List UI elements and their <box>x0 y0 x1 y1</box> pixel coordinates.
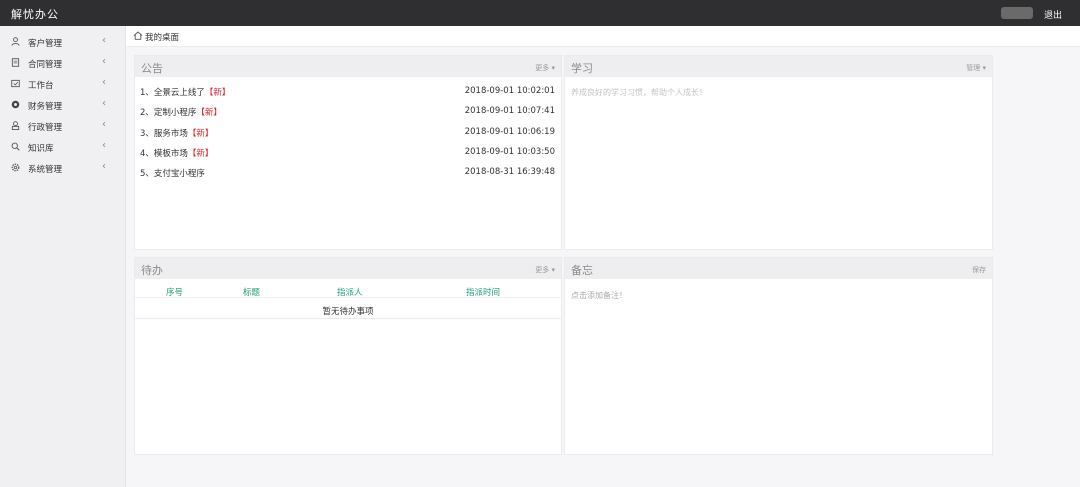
study-panel-header: 学习 管理 ▾ <box>565 56 992 77</box>
sidebar: 客户管理 ‹ 合同管理 ‹ 工作台 ‹ 财务管理 ‹ 行政管理 ‹ 知识库 ‹ … <box>0 26 126 487</box>
memo-save-button[interactable]: 保存 <box>972 265 986 275</box>
new-badge: 【新】 <box>204 88 231 98</box>
search-icon <box>11 142 20 151</box>
notice-more-link[interactable]: 更多 ▾ <box>535 63 555 73</box>
chevron-left-icon: ‹ <box>102 77 106 88</box>
top-bar: 解忧办公 退出 <box>0 0 1080 26</box>
chevron-left-icon: ‹ <box>102 98 106 109</box>
memo-input[interactable]: 点击添加备注！ <box>571 290 627 301</box>
todo-more-link[interactable]: 更多 ▾ <box>535 265 555 275</box>
dashboard: 公告 更多 ▾ 1、全景云上线了【新】 2018-09-01 10:02:01 … <box>126 47 1080 487</box>
panel-title: 学习 <box>571 62 593 75</box>
todo-panel-header: 待办 更多 ▾ <box>135 258 561 279</box>
panel-title: 公告 <box>141 62 163 75</box>
sidebar-item-label: 系统管理 <box>28 165 63 175</box>
home-icon[interactable] <box>133 31 143 40</box>
sidebar-item-knowledge[interactable]: 知识库 ‹ <box>0 137 125 157</box>
gear-icon <box>11 163 20 172</box>
sidebar-item-label: 合同管理 <box>28 60 63 70</box>
chevron-left-icon: ‹ <box>102 119 106 130</box>
notice-time: 2018-09-01 10:02:01 <box>464 86 555 96</box>
new-badge: 【新】 <box>196 108 222 118</box>
workbench-icon <box>11 79 20 88</box>
sidebar-item-customer[interactable]: 客户管理 ‹ <box>0 32 125 52</box>
notice-panel-header: 公告 更多 ▾ <box>135 56 561 77</box>
notice-title: 3、服务市场 <box>140 129 188 139</box>
contract-icon <box>11 58 20 67</box>
breadcrumb-current[interactable]: 我的桌面 <box>145 31 179 43</box>
notice-title: 5、支付宝小程序 <box>140 169 205 179</box>
memo-panel-header: 备忘 保存 <box>565 258 992 279</box>
notice-time: 2018-09-01 10:06:19 <box>464 127 555 137</box>
divider <box>135 318 561 319</box>
chevron-left-icon: ‹ <box>102 161 106 172</box>
notice-title: 1、全景云上线了 <box>140 88 205 98</box>
divider <box>135 297 561 298</box>
sidebar-item-workbench[interactable]: 工作台 ‹ <box>0 74 125 94</box>
notice-time: 2018-09-01 10:03:50 <box>464 147 555 157</box>
chevron-left-icon: ‹ <box>102 140 106 151</box>
notice-time: 2018-08-31 16:39:48 <box>464 167 555 177</box>
memo-panel: 备忘 保存 点击添加备注！ <box>564 257 993 455</box>
new-badge: 【新】 <box>187 149 214 159</box>
todo-empty-message: 暂无待办事项 <box>322 307 374 317</box>
sidebar-item-finance[interactable]: 财务管理 ‹ <box>0 95 125 115</box>
panel-title: 待办 <box>141 264 163 277</box>
sidebar-item-system[interactable]: 系统管理 ‹ <box>0 158 125 178</box>
finance-icon <box>11 100 20 109</box>
sidebar-item-label: 工作台 <box>28 81 54 91</box>
new-badge: 【新】 <box>187 129 214 139</box>
notice-title: 4、模板市场 <box>140 149 188 159</box>
study-manage-link[interactable]: 管理 ▾ <box>966 63 986 73</box>
panel-title: 备忘 <box>571 264 593 277</box>
todo-panel: 待办 更多 ▾ 序号 标题 指派人 指派时间 暂无待办事项 <box>134 257 562 455</box>
list-item[interactable]: 4、模板市场【新】 2018-09-01 10:03:50 <box>140 147 555 167</box>
sidebar-item-label: 客户管理 <box>28 39 63 49</box>
list-item[interactable]: 2、定制小程序【新】 2018-09-01 10:07:41 <box>140 106 555 126</box>
user-icon <box>11 37 20 46</box>
chevron-left-icon: ‹ <box>102 56 106 67</box>
list-item[interactable]: 5、支付宝小程序 2018-08-31 16:39:48 <box>140 167 555 187</box>
chevron-left-icon: ‹ <box>102 35 106 46</box>
notice-title: 2、定制小程序 <box>140 108 197 118</box>
app-title: 解忧办公 <box>11 8 59 21</box>
notice-time: 2018-09-01 10:07:41 <box>464 106 555 116</box>
admin-icon <box>11 121 20 130</box>
sidebar-item-admin[interactable]: 行政管理 ‹ <box>0 116 125 136</box>
breadcrumb: 我的桌面 <box>126 26 1080 47</box>
study-hint: 养成良好的学习习惯，帮助个人成长！ <box>571 88 707 97</box>
notice-panel: 公告 更多 ▾ 1、全景云上线了【新】 2018-09-01 10:02:01 … <box>134 55 562 250</box>
list-item[interactable]: 3、服务市场【新】 2018-09-01 10:06:19 <box>140 127 555 147</box>
avatar[interactable] <box>1001 7 1033 19</box>
sidebar-item-contract[interactable]: 合同管理 ‹ <box>0 53 125 73</box>
sidebar-item-label: 行政管理 <box>28 123 63 133</box>
list-item[interactable]: 1、全景云上线了【新】 2018-09-01 10:02:01 <box>140 86 555 106</box>
sidebar-item-label: 财务管理 <box>28 102 63 112</box>
study-panel: 学习 管理 ▾ 养成良好的学习习惯，帮助个人成长！ <box>564 55 993 250</box>
sidebar-item-label: 知识库 <box>28 144 54 154</box>
logout-button[interactable]: 退出 <box>1044 8 1062 21</box>
